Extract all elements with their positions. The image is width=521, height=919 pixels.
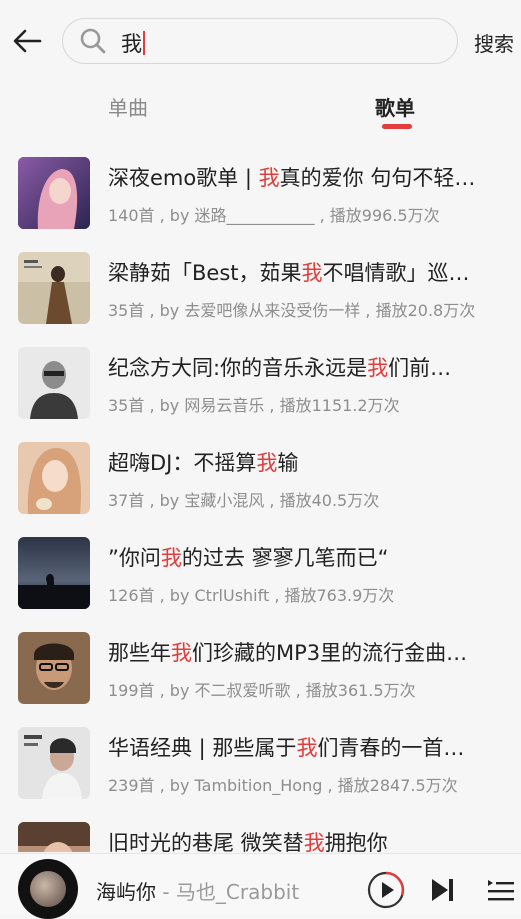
playlist-cover — [18, 347, 90, 419]
playlist-item[interactable]: 那些年我们珍藏的MP3里的流行金曲… 199首 , by 不二叔爱听歌 , 播放… — [0, 627, 521, 722]
playlist-meta: 239首 , by Tambition_Hong , 播放2847.5万次 — [108, 776, 458, 795]
next-track-button[interactable] — [428, 876, 456, 904]
playlist-results: 深夜emo歌单 | 我真的爱你 句句不轻… 140首 , by 迷路______… — [0, 152, 521, 852]
playlist-cover — [18, 252, 90, 324]
playlist-queue-button[interactable] — [486, 876, 516, 904]
playlist-meta: 35首 , by 网易云音乐 , 播放1151.2万次 — [108, 396, 400, 415]
album-art — [30, 871, 66, 907]
now-playing-artist: - 马也_Crabbit — [156, 880, 300, 904]
playlist-title: 深夜emo歌单 | 我真的爱你 句句不轻… — [108, 166, 476, 190]
mini-player[interactable]: 海屿你 - 马也_Crabbit — [0, 853, 521, 919]
playlist-title: 旧时光的巷尾 微笑替我拥抱你 — [108, 831, 388, 852]
back-arrow-icon[interactable] — [10, 22, 48, 60]
next-icon — [432, 879, 453, 901]
text-caret — [143, 31, 145, 55]
playlist-item[interactable]: 纪念方大同:你的音乐永远是我们前… 35首 , by 网易云音乐 , 播放115… — [0, 342, 521, 437]
playlist-cover — [18, 822, 90, 852]
playlist-title: 纪念方大同:你的音乐永远是我们前… — [108, 356, 452, 380]
play-icon — [367, 871, 405, 909]
playlist-title: 超嗨DJ：不摇算我输 — [108, 451, 299, 475]
album-disc[interactable] — [18, 859, 78, 919]
playlist-cover — [18, 537, 90, 609]
playlist-meta: 199首 , by 不二叔爱听歌 , 播放361.5万次 — [108, 681, 416, 700]
play-pause-button[interactable] — [366, 870, 406, 910]
tab-playlists[interactable]: 歌单 — [375, 92, 415, 121]
result-tabs: 单曲 歌单 — [0, 86, 521, 136]
active-tab-indicator — [382, 124, 412, 129]
playlist-title: 华语经典 | 那些属于我们青春的一首… — [108, 736, 465, 760]
search-button[interactable]: 搜索 — [474, 28, 514, 57]
playlist-cover — [18, 157, 90, 229]
search-icon — [79, 27, 107, 55]
playlist-cover — [18, 442, 90, 514]
top-bar: 我 搜索 — [0, 0, 521, 80]
playlist-item[interactable]: 深夜emo歌单 | 我真的爱你 句句不轻… 140首 , by 迷路______… — [0, 152, 521, 247]
playlist-title: 那些年我们珍藏的MP3里的流行金曲… — [108, 641, 468, 665]
playlist-item[interactable]: ”你问我的过去 寥寥几笔而已“ 126首 , by CtrlUshift , 播… — [0, 532, 521, 627]
playlist-item[interactable]: 超嗨DJ：不摇算我输 37首 , by 宝藏小混风 , 播放40.5万次 — [0, 437, 521, 532]
tab-songs[interactable]: 单曲 — [108, 92, 148, 121]
playlist-meta: 35首 , by 去爱吧像从来没受伤一样 , 播放20.8万次 — [108, 301, 476, 320]
now-playing-text[interactable]: 海屿你 - 马也_Crabbit — [96, 876, 299, 905]
playlist-item[interactable]: 梁静茹「Best，茹果我不唱情歌」巡… 35首 , by 去爱吧像从来没受伤一样… — [0, 247, 521, 342]
playlist-cover — [18, 727, 90, 799]
playlist-item[interactable]: 旧时光的巷尾 微笑替我拥抱你 — [0, 817, 521, 852]
search-input[interactable]: 我 — [62, 18, 458, 64]
playlist-title: ”你问我的过去 寥寥几笔而已“ — [108, 546, 389, 570]
playlist-meta: 37首 , by 宝藏小混风 , 播放40.5万次 — [108, 491, 380, 510]
playlist-meta: 126首 , by CtrlUshift , 播放763.9万次 — [108, 586, 395, 605]
playlist-title: 梁静茹「Best，茹果我不唱情歌」巡… — [108, 261, 470, 285]
queue-icon — [488, 880, 514, 901]
playlist-meta: 140首 , by 迷路___________ , 播放996.5万次 — [108, 206, 440, 225]
playlist-item[interactable]: 华语经典 | 那些属于我们青春的一首… 239首 , by Tambition_… — [0, 722, 521, 817]
now-playing-song: 海屿你 — [96, 880, 156, 904]
playlist-cover — [18, 632, 90, 704]
search-query-text: 我 — [121, 28, 145, 58]
